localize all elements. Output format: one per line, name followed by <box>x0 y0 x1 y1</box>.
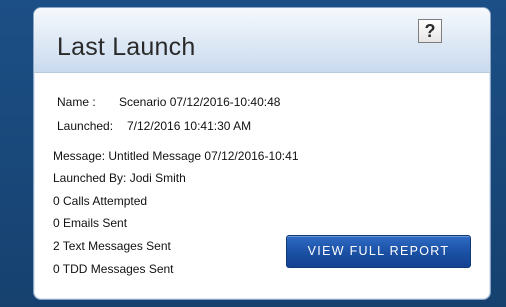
text-messages-sent-count: 2 Text Messages Sent <box>53 239 171 253</box>
message-text: Message: Untitled Message 07/12/2016-10:… <box>53 149 299 163</box>
view-full-report-button[interactable]: VIEW FULL REPORT <box>286 235 471 268</box>
launched-label: Launched: <box>57 119 114 133</box>
launch-details: Name : Scenario 07/12/2016-10:40:48 Laun… <box>34 8 490 299</box>
name-label: Name : <box>57 95 96 109</box>
emails-sent-count: 0 Emails Sent <box>53 216 128 230</box>
calls-attempted-count: 0 Calls Attempted <box>53 194 148 208</box>
last-launch-card: Last Launch ? Name : Scenario 07/12/2016… <box>33 7 491 300</box>
name-value: Scenario 07/12/2016-10:40:48 <box>119 95 281 109</box>
launched-by-text: Launched By: Jodi Smith <box>53 171 186 185</box>
tdd-messages-sent-count: 0 TDD Messages Sent <box>53 262 174 276</box>
launched-value: 7/12/2016 10:41:30 AM <box>127 119 252 133</box>
page-background: Last Launch ? Name : Scenario 07/12/2016… <box>0 0 506 307</box>
